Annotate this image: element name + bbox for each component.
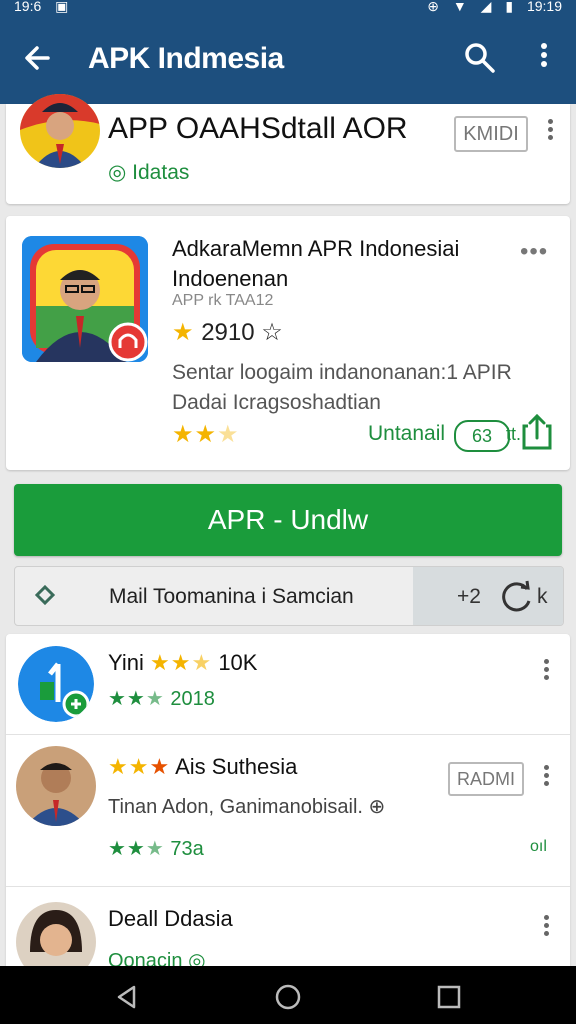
notification-icon: ▣ (55, 0, 69, 14)
app-bar: APK Indmesia (0, 16, 576, 104)
verified-icon: ◎ (108, 161, 127, 184)
battery-icon: ▮ (505, 0, 514, 14)
status-time-right: 19:19 (526, 0, 562, 14)
open-button[interactable]: KMIDI (454, 116, 528, 152)
download-count: 10K (218, 650, 258, 675)
system-nav-bar (0, 966, 576, 1024)
verified-icon: ◎ (188, 950, 206, 966)
developer-avatar (16, 902, 96, 966)
app-name: APP OAAHSdtall AOR (108, 112, 408, 145)
overflow-menu-icon[interactable] (530, 40, 558, 76)
developer-name: APP rk TAA12 (172, 292, 274, 309)
overflow-menu-icon[interactable] (542, 116, 558, 143)
rating-stars: ★★★ (172, 421, 240, 448)
open-button[interactable]: RADMI (448, 762, 524, 796)
rating-text: 73a (170, 838, 204, 860)
app-subtitle: Tinan Adon, Ganimanobisail. (108, 796, 363, 818)
filter-actions: +2 k (413, 567, 563, 625)
side-indicator: oıl (530, 838, 547, 855)
app-icon (22, 236, 148, 362)
size-suffix: tt. (506, 424, 522, 444)
search-icon[interactable] (462, 40, 498, 76)
back-arrow-icon[interactable] (18, 38, 58, 78)
recents-nav-icon[interactable] (436, 984, 462, 1010)
primary-action-button[interactable]: APR - Undlw (14, 484, 562, 556)
refresh-icon[interactable] (499, 579, 535, 615)
developer-name: ◎ Idatas (108, 161, 190, 184)
list-item[interactable]: Deall Ddasia Oonacin ◎ (6, 886, 570, 966)
install-label[interactable]: Untanail (368, 422, 445, 446)
status-bar: 19:6 ▣ ⊕ ▼ ◢ ▮ 19:19 (0, 0, 576, 16)
app-title: APK Indmesia (88, 42, 284, 75)
featured-app-card[interactable]: AdkaraMemn APR Indonesiai Indoenenan APP… (6, 216, 570, 470)
app-name: Yini (108, 650, 144, 675)
signal-icon: ◢ (480, 0, 492, 14)
developer-avatar (20, 94, 100, 168)
star-outline-icon: ☆ (261, 319, 283, 346)
tag-icon (35, 585, 55, 605)
star-icon: ★ (172, 319, 195, 346)
overflow-menu-icon[interactable] (538, 762, 554, 789)
rating-stars: ★★★ (108, 838, 165, 860)
filter-label: Mail Toomanina i Samcian (109, 585, 354, 608)
overflow-menu-icon[interactable] (538, 912, 554, 939)
home-nav-icon[interactable] (275, 984, 301, 1010)
wifi-icon: ▼ (452, 0, 467, 14)
filter-count: +2 (457, 585, 481, 608)
app-card-top[interactable]: APP OAAHSdtall AOR ◎ Idatas KMIDI (6, 94, 570, 204)
filter-bar[interactable]: Mail Toomanina i Samcian +2 k (14, 566, 564, 626)
share-icon[interactable] (520, 414, 554, 450)
app-description: Sentar loogaim indanonanan:1 APIR Dadai … (172, 361, 512, 414)
more-horizontal-icon[interactable]: ••• (520, 238, 548, 266)
list-item[interactable]: ★★★ Ais Suthesia Tinan Adon, Ganimanobis… (6, 734, 570, 887)
back-nav-icon[interactable] (114, 984, 140, 1010)
app-subtitle: Oonacin (108, 950, 183, 966)
app-list: Yini ★★★ 10K ★★★ 2018 ★★★ Ais Suthesia T… (6, 634, 570, 966)
rating-stars: ★★★ (108, 754, 171, 779)
rating: ★ 2910 ☆ (172, 319, 283, 346)
developer-avatar (16, 746, 96, 826)
rating-stars: ★★★ (150, 650, 213, 675)
rating-stars: ★★★ (108, 688, 165, 710)
app-name: Ais Suthesia (175, 754, 298, 779)
rating-text: 2018 (170, 688, 215, 710)
status-time-left: 19:6 (14, 0, 42, 14)
add-circle-icon[interactable]: ⊕ (369, 796, 386, 818)
overflow-menu-icon[interactable] (538, 656, 554, 683)
sync-icon: ⊕ (427, 0, 440, 14)
app-name: AdkaraMemn APR Indonesiai Indoenenan (172, 236, 460, 291)
app-icon (18, 646, 94, 722)
filter-unit: k (537, 585, 548, 608)
size-badge: 63 (454, 420, 510, 452)
list-item[interactable]: Yini ★★★ 10K ★★★ 2018 (6, 634, 570, 735)
app-name: Deall Ddasia (108, 906, 233, 931)
